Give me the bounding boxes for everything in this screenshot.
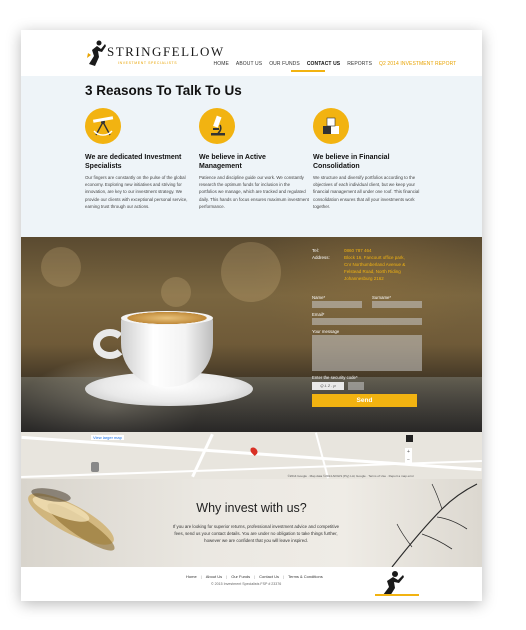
tel-label: Tel: [312,248,320,253]
contact-form: Name* Surname* Email* Your message Enter… [312,295,422,407]
nav-home[interactable]: HOME [210,61,232,67]
reason-text-3: We structure and diversify portfolios ac… [313,175,420,209]
address-label: Address: [312,255,330,260]
map-marker-icon [406,435,413,442]
location-map[interactable]: View larger map + − ©2014 Google · Map da… [21,432,482,479]
runner-logo-icon [87,40,106,66]
message-textarea[interactable] [312,335,422,371]
contact-photo-section: Tel: 0860 787 464 Address: Block 16, Fan… [21,237,482,432]
email-input[interactable] [312,318,422,325]
reason-column-1: We are dedicated Investment Specialists … [85,108,195,210]
logo-subtitle: INVESTMENT SPECIALISTS [118,61,178,65]
view-larger-map-link[interactable]: View larger map [91,435,124,440]
name-input[interactable] [312,301,362,308]
address-line: Felstead Road, North Riding [344,269,401,274]
cubes-icon [313,108,349,144]
compass-ruler-icon [85,108,121,144]
bokeh-light [161,277,191,307]
nav-about-us[interactable]: ABOUT US [232,61,265,67]
footer-runner-logo-icon [375,571,419,596]
address-row: Address: Block 16, Fancourt office park,… [312,254,422,282]
tel-row: Tel: 0860 787 464 [312,247,422,254]
reason-column-2: We believe in Active Management Patience… [199,108,309,210]
street-view-icon[interactable] [91,462,99,472]
footer-link-contact-us[interactable]: Contact Us [255,574,283,579]
captcha-image: Q L 2 . p [312,382,344,390]
reason-heading-1: We are dedicated Investment Specialists [85,154,182,170]
reason-heading-3: We believe in Financial Consolidation [313,154,390,170]
main-nav: HOME ABOUT US OUR FUNDS CONTACT US REPOR… [210,61,460,67]
bokeh-light [41,247,81,287]
bird-wing-image [28,488,115,551]
logo-text: STRINGFELLOW [107,44,225,59]
nav-contact-us[interactable]: CONTACT US [303,61,343,67]
why-invest-title: Why invest with us? [196,501,307,515]
map-attribution: ©2014 Google · Map data ©2014 AfriGIS (P… [287,474,414,478]
reason-heading-2: We believe in Active Management [199,154,266,170]
coffee-surface-image [121,311,213,325]
footer-link-terms[interactable]: Terms & Conditions [284,574,327,579]
page: STRINGFELLOW INVESTMENT SPECIALISTS HOME… [21,30,482,601]
reason-text-2: Patience and discipline guide our work. … [199,175,309,209]
map-road [314,432,330,479]
security-code-label: Enter the security code* [312,375,358,380]
nav-reports[interactable]: REPORTS [344,61,376,67]
nav-our-funds[interactable]: OUR FUNDS [266,61,304,67]
nav-investment-report[interactable]: Q2 2014 INVESTMENT REPORT [376,61,460,67]
address-line: Block 16, Fancourt office park, [344,255,405,260]
name-row: Name* Surname* [312,295,422,308]
address-line: Cnr Northumberland Avenue & [344,262,406,267]
captcha-input[interactable] [348,382,364,390]
send-button[interactable]: Send [312,394,417,407]
site-footer: Home | About Us | Our Funds | Contact Us… [21,567,482,601]
map-zoom-control[interactable]: + − [405,448,412,465]
surname-group: Surname* [372,295,422,308]
tel-value[interactable]: 0860 787 464 [344,247,372,254]
footer-nav: Home | About Us | Our Funds | Contact Us… [182,574,327,579]
footer-link-home[interactable]: Home [182,574,201,579]
name-group: Name* [312,295,362,308]
branch-image [391,483,478,567]
microscope-icon [199,108,235,144]
surname-input[interactable] [372,301,422,308]
reason-column-3: We believe in Financial Consolidation We… [313,108,423,210]
site-header: STRINGFELLOW INVESTMENT SPECIALISTS HOME… [21,30,482,76]
why-invest-text: If you are looking for superior returns,… [172,524,340,543]
address-line: Johannesburg 2162 [344,276,384,281]
contact-details: Tel: 0860 787 464 Address: Block 16, Fan… [312,247,422,282]
footer-link-our-funds[interactable]: Our Funds [227,574,254,579]
reason-text-1: Our fingers are constantly on the pulse … [85,175,188,209]
active-nav-underline [291,70,325,72]
address-value: Block 16, Fancourt office park, Cnr Nort… [344,254,405,282]
copyright-text: © 2015 Investment Specialists FSP # 2337… [211,582,282,586]
captcha-row: Q L 2 . p [312,382,422,390]
bokeh-light [221,242,281,302]
why-invest-section: Why invest with us? If you are looking f… [21,479,482,567]
reasons-section: 3 Reasons To Talk To Us We are dedicated… [21,76,482,237]
reasons-title: 3 Reasons To Talk To Us [85,83,242,98]
footer-link-about-us[interactable]: About Us [202,574,226,579]
logo[interactable]: STRINGFELLOW INVESTMENT SPECIALISTS [85,38,223,70]
